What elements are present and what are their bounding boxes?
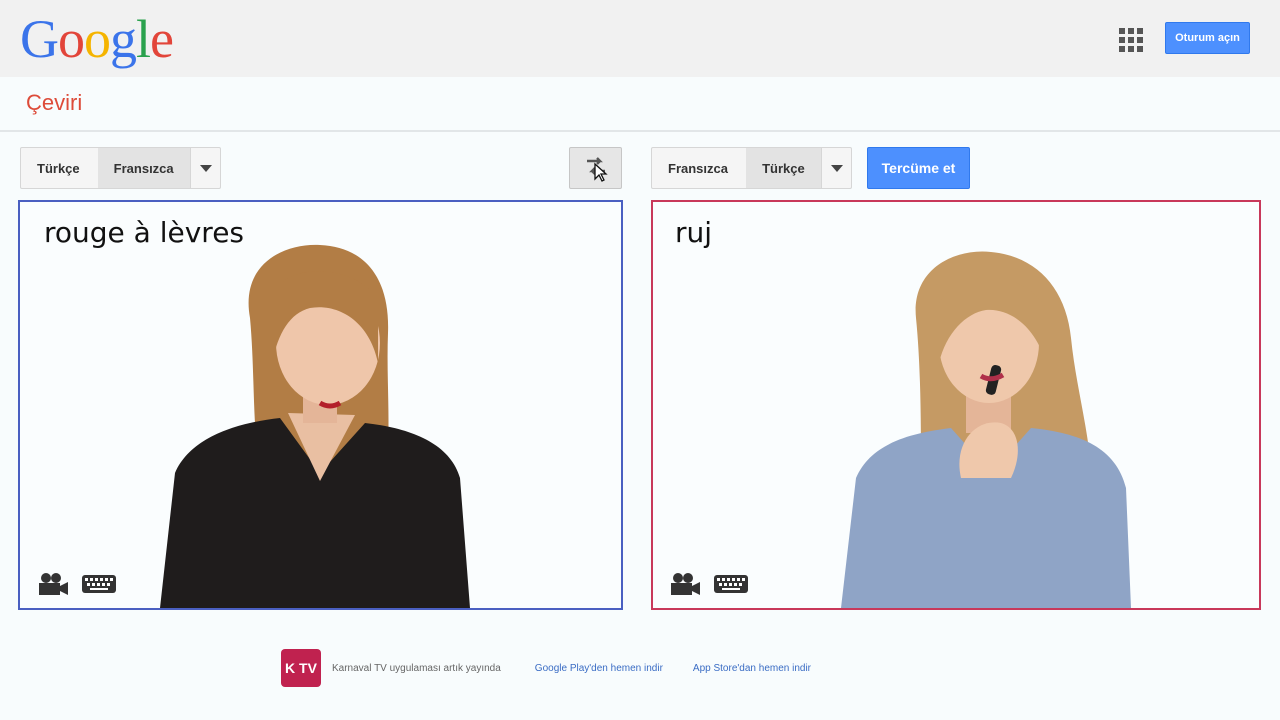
sign-in-button[interactable]: Oturum açın bbox=[1165, 22, 1250, 54]
google-play-link[interactable]: Google Play'den hemen indir bbox=[535, 663, 663, 674]
presenter-figure-right bbox=[841, 251, 1131, 608]
video-camera-icon[interactable] bbox=[669, 572, 701, 596]
keyboard-icon[interactable] bbox=[81, 574, 117, 594]
source-lang-french[interactable]: Fransızca bbox=[97, 148, 191, 188]
app-store-link[interactable]: App Store'dan hemen indir bbox=[693, 663, 811, 674]
source-lang-turkish[interactable]: Türkçe bbox=[21, 148, 98, 188]
video-camera-icon[interactable] bbox=[37, 572, 69, 596]
logo-letter: l bbox=[136, 9, 151, 69]
logo-letter: o bbox=[84, 9, 111, 69]
header-divider bbox=[0, 130, 1280, 132]
footer-message: Karnaval TV uygulaması artık yayında bbox=[332, 662, 501, 674]
page-title: Çeviri bbox=[26, 90, 83, 115]
keyboard-icon[interactable] bbox=[713, 574, 749, 594]
chevron-down-icon bbox=[830, 164, 843, 172]
logo-letter: g bbox=[110, 9, 137, 69]
presenter-figure-left bbox=[160, 244, 470, 608]
swap-languages-button[interactable] bbox=[569, 147, 622, 189]
google-logo[interactable]: Google bbox=[20, 4, 174, 74]
apps-grid-icon[interactable] bbox=[1119, 28, 1143, 52]
translate-button[interactable]: Tercüme et bbox=[867, 147, 970, 189]
target-lang-dropdown[interactable] bbox=[821, 148, 851, 188]
source-language-selector: Türkçe Fransızca bbox=[20, 147, 221, 189]
top-bar: Google Oturum açın bbox=[0, 0, 1280, 77]
translated-text: ruj bbox=[675, 216, 713, 249]
source-text-panel[interactable]: rouge à lèvres bbox=[18, 200, 623, 610]
source-tools bbox=[37, 572, 117, 596]
target-text-panel: ruj bbox=[651, 200, 1261, 610]
swap-icon bbox=[586, 157, 608, 182]
target-tools bbox=[669, 572, 749, 596]
logo-letter: G bbox=[20, 9, 59, 69]
target-language-selector: Fransızca Türkçe bbox=[651, 147, 852, 189]
chevron-down-icon bbox=[199, 164, 212, 172]
target-lang-french[interactable]: Fransızca bbox=[652, 148, 746, 188]
target-lang-turkish[interactable]: Türkçe bbox=[746, 148, 822, 188]
karnaval-tv-logo[interactable]: K TV bbox=[281, 649, 321, 687]
source-lang-dropdown[interactable] bbox=[190, 148, 220, 188]
logo-letter: o bbox=[58, 9, 85, 69]
footer: K TV Karnaval TV uygulaması artık yayınd… bbox=[281, 648, 811, 688]
logo-letter: e bbox=[150, 9, 174, 69]
